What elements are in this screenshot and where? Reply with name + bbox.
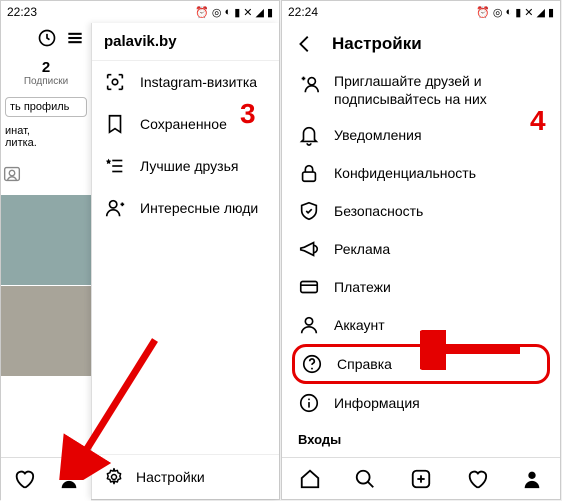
drawer-item-label: Сохраненное xyxy=(140,116,227,132)
gear-icon xyxy=(104,467,124,487)
status-bar: 22:23 ⏰◎◐▮✕◢▮ xyxy=(1,1,279,23)
settings-item-label: Информация xyxy=(334,395,420,411)
shield-icon xyxy=(298,200,320,222)
settings-item-label: Аккаунт xyxy=(334,317,385,333)
lock-icon xyxy=(298,162,320,184)
list-star-icon xyxy=(104,155,126,177)
drawer-settings-button[interactable]: Настройки xyxy=(92,454,279,499)
phone-screen-right: 22:24 ⏰◎◐▮✕◢▮ Настройки Приглашайте друз… xyxy=(281,0,561,500)
settings-item-label: Уведомления xyxy=(334,127,422,143)
profile-icon[interactable] xyxy=(521,468,543,490)
profile-drawer: palavik.by Instagram-визитка Сохраненное… xyxy=(91,23,279,499)
heart-icon[interactable] xyxy=(466,468,488,490)
settings-item-security[interactable]: Безопасность xyxy=(282,192,560,230)
status-bar: 22:24 ⏰◎◐▮✕◢▮ xyxy=(282,1,560,23)
person-icon xyxy=(298,314,320,336)
drawer-username: palavik.by xyxy=(92,23,279,61)
settings-screen: Настройки Приглашайте друзей и подписыва… xyxy=(282,23,560,499)
drawer-item-nametag[interactable]: Instagram-визитка xyxy=(92,61,279,103)
back-icon[interactable] xyxy=(294,33,316,55)
settings-item-label: Приглашайте друзей и подписывайтесь на н… xyxy=(334,73,544,108)
annotation-step-3: 3 xyxy=(240,98,256,130)
profile-thumbs xyxy=(1,195,91,376)
add-post-icon[interactable] xyxy=(410,468,432,490)
nametag-icon xyxy=(104,71,126,93)
heart-icon[interactable] xyxy=(13,468,35,490)
bell-icon xyxy=(298,124,320,146)
add-person-icon xyxy=(104,197,126,219)
menu-icon[interactable] xyxy=(65,28,85,48)
megaphone-icon xyxy=(298,238,320,260)
home-icon[interactable] xyxy=(299,468,321,490)
phone-screen-left: 22:23 ⏰◎◐▮✕◢▮ 2 Подписки ть профиль инат… xyxy=(0,0,280,500)
stat-label: Подписки xyxy=(1,76,91,87)
settings-item-label: Реклама xyxy=(334,241,390,257)
status-time: 22:23 xyxy=(7,5,37,19)
settings-item-notifications[interactable]: Уведомления xyxy=(282,116,560,154)
help-icon xyxy=(301,353,323,375)
settings-item-invite[interactable]: Приглашайте друзей и подписывайтесь на н… xyxy=(282,65,560,116)
drawer-item-label: Лучшие друзья xyxy=(140,158,238,174)
settings-item-ads[interactable]: Реклама xyxy=(282,230,560,268)
highlight-help: Справка xyxy=(292,344,550,384)
settings-item-label: Платежи xyxy=(334,279,391,295)
edit-profile-button[interactable]: ть профиль xyxy=(5,97,87,117)
drawer-item-label: Instagram-визитка xyxy=(140,74,257,90)
profile-strip: 2 Подписки ть профиль инат, литка. xyxy=(1,23,91,501)
add-person-icon xyxy=(298,73,320,95)
bottom-nav-partial xyxy=(1,457,91,499)
tagged-icon[interactable] xyxy=(1,153,91,195)
settings-item-privacy[interactable]: Конфиденциальность xyxy=(282,154,560,192)
settings-item-label: Справка xyxy=(337,356,392,372)
status-time: 22:24 xyxy=(288,5,318,19)
status-icons: ⏰◎◐▮✕◢▮ xyxy=(476,6,554,19)
stat-count: 2 xyxy=(1,59,91,76)
activity-icon[interactable] xyxy=(37,28,57,48)
settings-item-label: Конфиденциальность xyxy=(334,165,476,181)
feed-thumbnail[interactable] xyxy=(1,286,91,376)
profile-stat[interactable]: 2 Подписки xyxy=(1,53,91,93)
settings-item-payments[interactable]: Платежи xyxy=(282,268,560,306)
drawer-item-close-friends[interactable]: Лучшие друзья xyxy=(92,145,279,187)
settings-item-label: Безопасность xyxy=(334,203,423,219)
profile-bio: инат, литка. xyxy=(1,121,91,153)
card-icon xyxy=(298,276,320,298)
settings-item-help[interactable]: Справка xyxy=(295,347,547,381)
bottom-nav xyxy=(282,457,560,499)
settings-item-info[interactable]: Информация xyxy=(282,384,560,422)
search-icon[interactable] xyxy=(354,468,376,490)
drawer-item-label: Интересные люди xyxy=(140,200,258,216)
drawer-item-discover[interactable]: Интересные люди xyxy=(92,187,279,229)
bookmark-icon xyxy=(104,113,126,135)
info-icon xyxy=(298,392,320,414)
settings-section-logins: Входы xyxy=(282,422,560,449)
annotation-step-4: 4 xyxy=(530,105,546,137)
profile-icon[interactable] xyxy=(58,468,80,490)
drawer-settings-label: Настройки xyxy=(136,469,205,485)
settings-item-account[interactable]: Аккаунт xyxy=(282,306,560,344)
settings-title: Настройки xyxy=(332,34,422,54)
status-icons: ⏰◎◐▮✕◢▮ xyxy=(195,6,273,19)
feed-thumbnail[interactable] xyxy=(1,195,91,285)
